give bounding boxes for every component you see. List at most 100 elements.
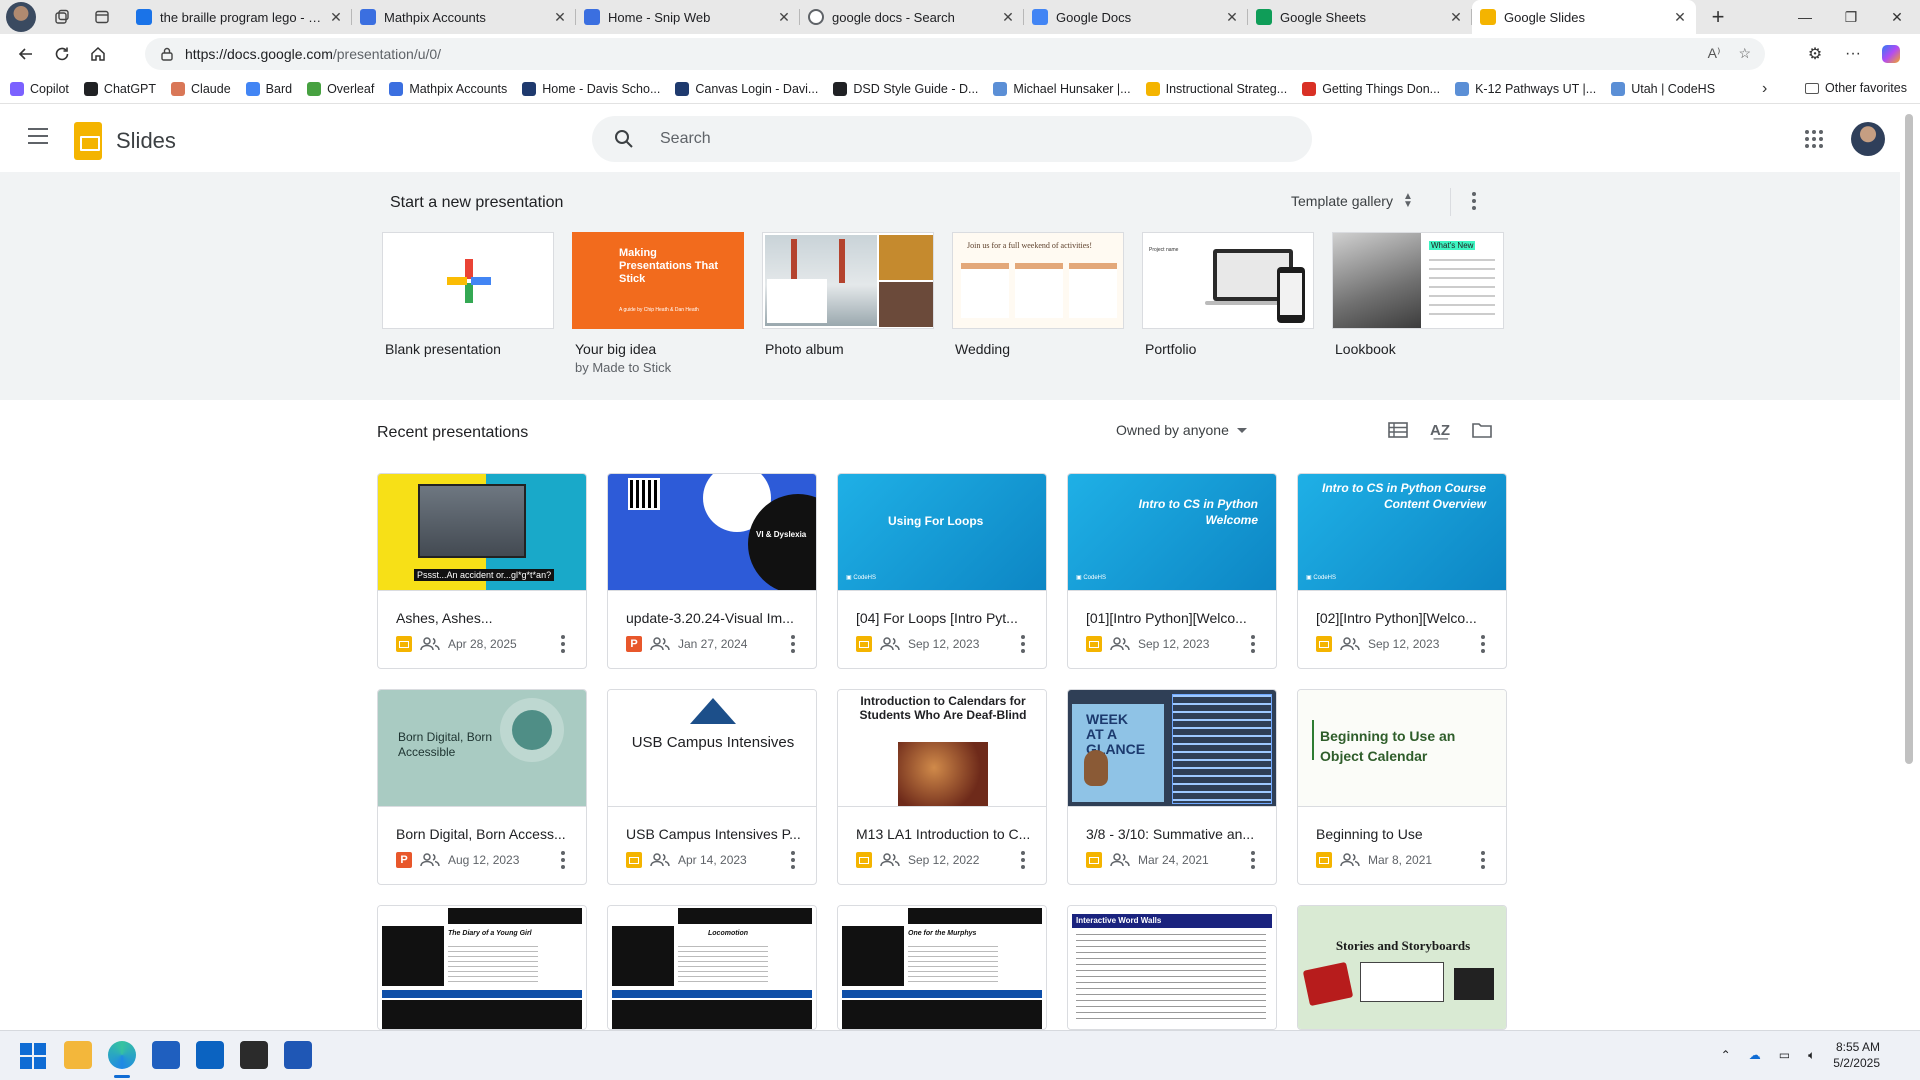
network-icon[interactable]: ▭ xyxy=(1779,1048,1790,1062)
close-icon[interactable]: ✕ xyxy=(1672,9,1688,26)
template-thumbnail[interactable] xyxy=(382,232,554,329)
bookmark-bard[interactable]: Bard xyxy=(245,81,292,96)
presentation-card[interactable]: One for the Murphys xyxy=(837,905,1047,1030)
word-icon[interactable] xyxy=(284,1041,312,1069)
bookmark-hunsaker[interactable]: Michael Hunsaker |... xyxy=(993,81,1131,96)
more-options-icon[interactable] xyxy=(560,634,566,654)
close-icon[interactable]: ✕ xyxy=(1448,9,1464,26)
close-window-button[interactable]: ✕ xyxy=(1874,0,1920,34)
bookmark-canvas[interactable]: Canvas Login - Davi... xyxy=(675,81,818,96)
template-blank[interactable]: Blank presentation xyxy=(382,232,554,357)
read-aloud-icon[interactable]: A⁾ xyxy=(1708,45,1721,62)
template-thumbnail[interactable]: What's New xyxy=(1332,232,1504,329)
terminal-icon[interactable] xyxy=(240,1041,268,1069)
close-icon[interactable]: ✕ xyxy=(552,9,568,26)
extensions-icon[interactable]: ⚙ xyxy=(1800,39,1830,69)
volume-icon[interactable]: 🔈︎ xyxy=(1808,1048,1815,1063)
minimize-button[interactable]: — xyxy=(1782,0,1828,34)
close-icon[interactable]: ✕ xyxy=(328,9,344,26)
google-apps-icon[interactable] xyxy=(1805,130,1823,148)
presentation-card[interactable]: Stories and Storyboards xyxy=(1297,905,1507,1030)
browser-tab[interactable]: Home - Snip Web ✕ xyxy=(576,0,800,34)
presentation-card[interactable]: Using For Loops ▣ CodeHS [04] For Loops … xyxy=(837,473,1047,669)
workspaces-icon[interactable] xyxy=(48,3,76,31)
more-options-icon[interactable] xyxy=(790,634,796,654)
more-options-icon[interactable] xyxy=(1480,634,1486,654)
tab-actions-icon[interactable] xyxy=(88,3,116,31)
presentation-card[interactable]: USB Campus Intensives USB Campus Intensi… xyxy=(607,689,817,885)
app-title[interactable]: Slides xyxy=(116,128,176,154)
more-options-icon[interactable] xyxy=(1466,189,1482,213)
browser-tab[interactable]: google docs - Search ✕ xyxy=(800,0,1024,34)
account-avatar[interactable] xyxy=(1851,122,1885,156)
browser-tab[interactable]: Google Sheets ✕ xyxy=(1248,0,1472,34)
template-photo-album[interactable]: Photo album xyxy=(762,232,934,357)
more-options-icon[interactable] xyxy=(1020,850,1026,870)
presentation-card[interactable]: Intro to CS in Python Welcome ▣ CodeHS [… xyxy=(1067,473,1277,669)
bookmark-instructional[interactable]: Instructional Strateg... xyxy=(1145,81,1287,96)
browser-tab[interactable]: Mathpix Accounts ✕ xyxy=(352,0,576,34)
browser-tab[interactable]: the braille program lego - Sear ✕ xyxy=(128,0,352,34)
bookmark-overleaf[interactable]: Overleaf xyxy=(307,81,374,96)
scrollbar-thumb[interactable] xyxy=(1905,114,1913,764)
store-icon[interactable] xyxy=(152,1041,180,1069)
bookmark-copilot[interactable]: Copilot xyxy=(10,81,69,96)
more-options-icon[interactable] xyxy=(1020,634,1026,654)
clock[interactable]: 8:55 AM 5/2/2025 xyxy=(1833,1039,1880,1071)
onedrive-cloud-icon[interactable]: ☁ xyxy=(1749,1048,1761,1062)
more-options-icon[interactable] xyxy=(560,850,566,870)
home-button[interactable] xyxy=(82,38,114,70)
close-icon[interactable]: ✕ xyxy=(776,9,792,26)
favorite-star-icon[interactable]: ☆ xyxy=(1738,45,1751,62)
presentation-card[interactable]: Introduction to Calendars for Students W… xyxy=(837,689,1047,885)
bookmark-dsd-style[interactable]: DSD Style Guide - D... xyxy=(833,81,978,96)
more-options-icon[interactable] xyxy=(790,850,796,870)
presentation-card[interactable]: Intro to CS in Python Course Content Ove… xyxy=(1297,473,1507,669)
list-view-icon[interactable] xyxy=(1386,418,1410,442)
owner-filter-dropdown[interactable]: Owned by anyone xyxy=(1116,422,1247,438)
search-input[interactable]: Search xyxy=(592,116,1312,162)
browser-tab[interactable]: Google Docs ✕ xyxy=(1024,0,1248,34)
bookmark-gtd[interactable]: Getting Things Don... xyxy=(1302,81,1440,96)
presentation-card[interactable]: Born Digital, Born Accessible Born Digit… xyxy=(377,689,587,885)
sort-az-icon[interactable]: A͟Z xyxy=(1428,418,1452,442)
more-menu-icon[interactable]: ··· xyxy=(1838,39,1868,69)
template-thumbnail[interactable] xyxy=(762,232,934,329)
file-explorer-icon[interactable] xyxy=(64,1041,92,1069)
template-lookbook[interactable]: What's New Lookbook xyxy=(1332,232,1504,357)
slides-logo-icon[interactable] xyxy=(74,122,102,160)
back-button[interactable] xyxy=(10,38,42,70)
main-menu-icon[interactable] xyxy=(28,128,48,144)
more-options-icon[interactable] xyxy=(1480,850,1486,870)
edge-browser-icon[interactable] xyxy=(108,1041,136,1069)
url-field[interactable]: https://docs.google.com/presentation/u/0… xyxy=(145,38,1765,70)
folder-icon[interactable] xyxy=(1470,418,1494,442)
page-scrollbar[interactable] xyxy=(1900,104,1920,1030)
windows-start-icon[interactable] xyxy=(20,1043,46,1069)
template-thumbnail[interactable]: Making Presentations That Stick A guide … xyxy=(572,232,744,329)
copilot-icon[interactable] xyxy=(1876,39,1906,69)
new-tab-button[interactable]: + xyxy=(1702,1,1734,33)
other-favorites-folder[interactable]: Other favorites xyxy=(1805,81,1907,95)
template-portfolio[interactable]: Project name Portfolio xyxy=(1142,232,1314,357)
more-options-icon[interactable] xyxy=(1250,634,1256,654)
restore-button[interactable]: ❐ xyxy=(1828,0,1874,34)
chevron-up-icon[interactable]: ⌃ xyxy=(1721,1048,1731,1062)
refresh-button[interactable] xyxy=(46,38,78,70)
search-icon[interactable] xyxy=(614,129,634,149)
close-icon[interactable]: ✕ xyxy=(1000,9,1016,26)
page-info-icon[interactable] xyxy=(159,46,175,62)
chevron-right-icon[interactable]: › xyxy=(1762,80,1767,98)
presentation-card[interactable]: Pssst...An accident or...gl*g*t*an? Ashe… xyxy=(377,473,587,669)
bookmark-claude[interactable]: Claude xyxy=(171,81,231,96)
outlook-icon[interactable] xyxy=(196,1041,224,1069)
template-gallery-button[interactable]: Template gallery ▲ ▼ xyxy=(1291,192,1413,210)
bookmark-davis-home[interactable]: Home - Davis Scho... xyxy=(522,81,660,96)
presentation-card[interactable]: VI & Dyslexia update-3.20.24-Visual Im..… xyxy=(607,473,817,669)
bookmark-mathpix[interactable]: Mathpix Accounts xyxy=(389,81,507,96)
close-icon[interactable]: ✕ xyxy=(1224,9,1240,26)
bookmark-k12[interactable]: K-12 Pathways UT |... xyxy=(1455,81,1596,96)
template-your-big-idea[interactable]: Making Presentations That Stick A guide … xyxy=(572,232,744,375)
template-thumbnail[interactable]: Project name xyxy=(1142,232,1314,329)
browser-tab-active[interactable]: Google Slides ✕ xyxy=(1472,0,1696,34)
